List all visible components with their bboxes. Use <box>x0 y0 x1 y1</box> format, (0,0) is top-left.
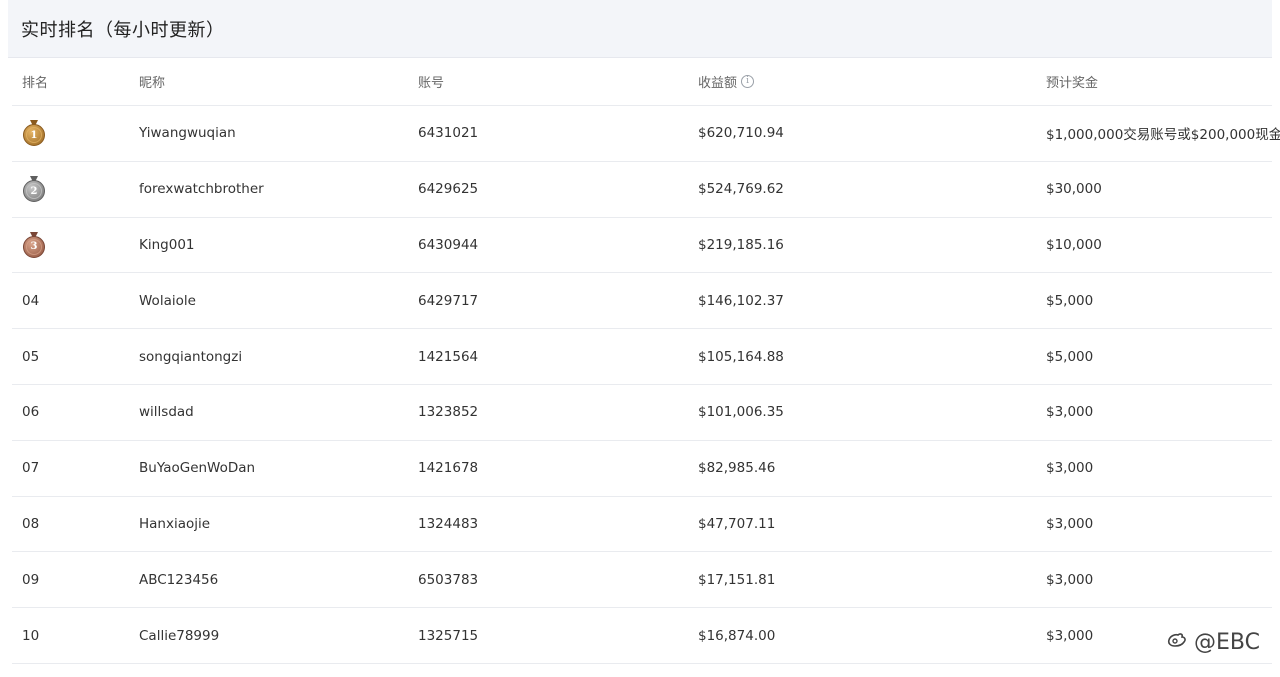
account-cell: 6430944 <box>418 236 479 253</box>
table-row: 3 King001 6430944 $219,185.16 $10,000 <box>12 218 1272 274</box>
header-profit: 收益额 i <box>698 58 755 105</box>
nickname-cell: Hanxiaojie <box>139 515 211 532</box>
table-row: 08 Hanxiaojie 1324483 $47,707.11 $3,000 <box>12 497 1272 553</box>
rank-cell: 07 <box>22 460 40 477</box>
table-body: 1 Yiwangwuqian 6431021 $620,710.94 $1,000,00… <box>12 106 1280 664</box>
rank-cell: 08 <box>22 515 40 532</box>
rank-cell: 10 <box>22 627 40 644</box>
account-cell: 1421564 <box>418 348 479 365</box>
profit-cell: $620,710.94 <box>698 125 784 142</box>
profit-cell: $101,006.35 <box>698 404 784 421</box>
profit-cell: $82,985.46 <box>698 460 776 477</box>
prize-cell: $5,000 <box>1046 348 1094 365</box>
rank-cell: 05 <box>22 348 40 365</box>
table-row: 10 Callie78999 1325715 $16,874.00 $3,000 <box>12 608 1272 664</box>
ranking-panel: 实时排名（每小时更新） 排名 昵称 账号 收益额 i 预计奖金 1 Yiwangw… <box>8 0 1280 677</box>
profit-cell: $146,102.37 <box>698 292 784 309</box>
header-prize: 预计奖金 <box>1046 76 1099 91</box>
account-cell: 6503783 <box>418 571 479 588</box>
header-account: 账号 <box>418 76 445 91</box>
medal-rank-number: 2 <box>30 185 38 197</box>
nickname-cell: Wolaiole <box>139 292 196 309</box>
prize-cell: $5,000 <box>1046 292 1094 309</box>
profit-cell: $524,769.62 <box>698 181 784 198</box>
nickname-cell: forexwatchbrother <box>139 181 264 198</box>
silver-medal-icon: 2 <box>22 162 46 217</box>
header-rank: 排名 <box>22 76 49 91</box>
table-row: 07 BuYaoGenWoDan 1421678 $82,985.46 $3,000 <box>12 441 1272 497</box>
info-icon[interactable]: i <box>741 75 755 88</box>
account-cell: 1421678 <box>418 460 479 477</box>
account-cell: 1325715 <box>418 627 479 644</box>
medal-rank-number: 3 <box>30 241 38 253</box>
header-profit-label: 收益额 <box>698 76 738 91</box>
table-row: 2 forexwatchbrother 6429625 $524,769.62 $30,… <box>12 162 1272 218</box>
account-cell: 6429717 <box>418 292 479 309</box>
table-row: 06 willsdad 1323852 $101,006.35 $3,000 <box>12 385 1272 441</box>
nickname-cell: BuYaoGenWoDan <box>139 460 256 477</box>
watermark-text: @EBC <box>1194 629 1260 655</box>
bronze-medal-icon: 3 <box>22 218 46 273</box>
page-title: 实时排名（每小时更新） <box>21 19 225 41</box>
rank-cell: 04 <box>22 292 40 309</box>
nickname-cell: Yiwangwuqian <box>139 125 236 142</box>
rank-cell: 06 <box>22 404 40 421</box>
account-cell: 6431021 <box>418 125 479 142</box>
prize-cell: $10,000 <box>1046 236 1102 253</box>
profit-cell: $219,185.16 <box>698 236 784 253</box>
account-cell: 1323852 <box>418 404 479 421</box>
account-cell: 6429625 <box>418 181 479 198</box>
account-cell: 1324483 <box>418 515 479 532</box>
header-nickname: 昵称 <box>139 76 166 91</box>
prize-cell: $3,000 <box>1046 571 1094 588</box>
profit-cell: $47,707.11 <box>698 515 776 532</box>
table-row: 1 Yiwangwuqian 6431021 $620,710.94 $1,000,00… <box>12 106 1280 162</box>
prize-cell: $1,000,000交易账号或$200,000现金 <box>1046 127 1280 144</box>
weibo-logo-icon <box>1166 629 1188 655</box>
title-bar: 实时排名（每小时更新） <box>8 0 1272 58</box>
ranking-table: 排名 昵称 账号 收益额 i 预计奖金 1 Yiwangwuqian 6431021… <box>12 58 1280 664</box>
table-row: 04 Wolaiole 6429717 $146,102.37 $5,000 <box>12 273 1272 330</box>
prize-cell: $3,000 <box>1046 404 1094 421</box>
rank-cell: 09 <box>22 571 40 588</box>
medal-rank-number: 1 <box>30 129 38 141</box>
profit-cell: $105,164.88 <box>698 348 784 365</box>
table-row: 05 songqiantongzi 1421564 $105,164.88 $5,000 <box>12 329 1272 385</box>
profit-cell: $16,874.00 <box>698 627 776 644</box>
nickname-cell: Callie78999 <box>139 627 220 644</box>
prize-cell: $3,000 <box>1046 460 1094 477</box>
prize-cell: $3,000 <box>1046 627 1094 644</box>
nickname-cell: ABC123456 <box>139 571 219 588</box>
nickname-cell: King001 <box>139 236 195 253</box>
gold-medal-icon: 1 <box>22 106 46 161</box>
nickname-cell: willsdad <box>139 404 194 421</box>
table-header: 排名 昵称 账号 收益额 i 预计奖金 <box>12 58 1272 106</box>
nickname-cell: songqiantongzi <box>139 348 243 365</box>
prize-cell: $30,000 <box>1046 181 1102 198</box>
profit-cell: $17,151.81 <box>698 571 776 588</box>
watermark: @EBC <box>1166 629 1260 655</box>
table-row: 09 ABC123456 6503783 $17,151.81 $3,000 <box>12 552 1272 609</box>
prize-cell: $3,000 <box>1046 515 1094 532</box>
